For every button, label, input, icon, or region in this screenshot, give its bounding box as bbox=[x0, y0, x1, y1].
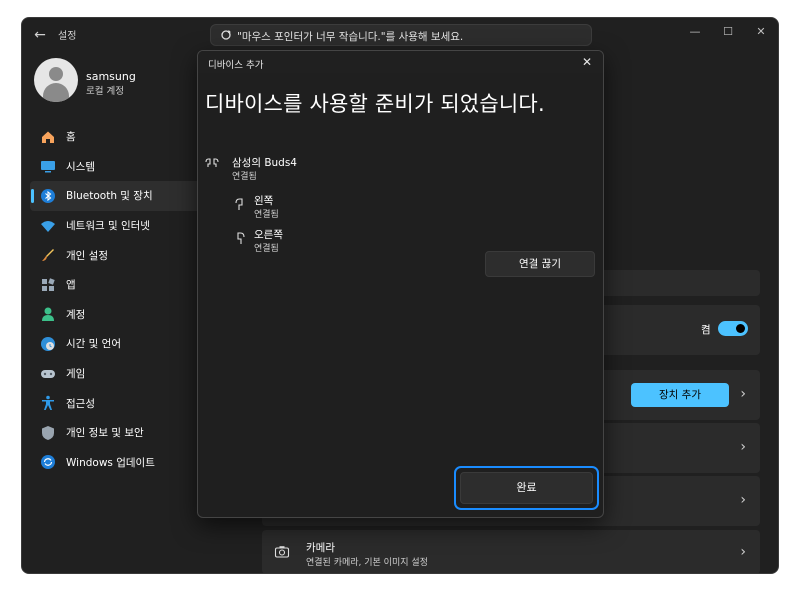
sidebar-item-privacy[interactable]: 개인 정보 및 보안 bbox=[30, 418, 210, 448]
disconnect-button[interactable]: 연결 끊기 bbox=[485, 251, 595, 277]
camera-subtitle: 연결된 카메라, 기본 이미지 설정 bbox=[306, 558, 428, 568]
sidebar-item-label: Windows 업데이트 bbox=[66, 456, 155, 469]
camera-card[interactable]: 카메라 연결된 카메라, 기본 이미지 설정 › bbox=[262, 530, 760, 573]
done-button[interactable]: 완료 bbox=[460, 472, 593, 504]
app-title: 설정 bbox=[58, 31, 77, 42]
bluetooth-icon bbox=[41, 188, 55, 203]
sidebar-item-label: 시간 및 언어 bbox=[66, 338, 121, 351]
search-input[interactable]: "마우스 포인터가 너무 작습니다."를 사용해 보세요. bbox=[210, 24, 592, 46]
sidebar-item-apps[interactable]: 앱 bbox=[30, 270, 210, 300]
done-button-focus-ring: 완료 bbox=[454, 466, 599, 510]
system-icon bbox=[41, 161, 55, 173]
sidebar-item-label: 개인 정보 및 보안 bbox=[66, 427, 144, 440]
profile-name: samsung bbox=[86, 70, 136, 83]
sidebar-item-windows-update[interactable]: Windows 업데이트 bbox=[30, 448, 210, 478]
left-earbud-name: 왼쪽 bbox=[254, 195, 274, 207]
gamepad-icon bbox=[41, 369, 55, 378]
update-icon bbox=[41, 455, 55, 470]
sidebar-item-label: 계정 bbox=[66, 308, 86, 321]
home-icon bbox=[42, 131, 54, 143]
device-status: 연결됨 bbox=[232, 172, 257, 182]
add-device-button[interactable]: 장치 추가 bbox=[631, 383, 729, 407]
bluetooth-toggle-label: 켬 bbox=[701, 324, 711, 336]
dialog-caption: 디바이스 추가 bbox=[208, 60, 264, 71]
chevron-right-icon: › bbox=[740, 439, 746, 455]
right-earbud-status: 연결됨 bbox=[254, 244, 279, 254]
account-icon bbox=[42, 307, 54, 322]
settings-window: ← 설정 "마우스 포인터가 너무 작습니다."를 사용해 보세요. — ☐ ✕… bbox=[21, 17, 779, 574]
chevron-right-icon: › bbox=[740, 386, 746, 402]
sidebar-item-label: 개인 설정 bbox=[66, 249, 108, 262]
accessibility-icon bbox=[42, 395, 54, 411]
sidebar-item-bluetooth[interactable]: Bluetooth 및 장치 bbox=[30, 181, 210, 211]
sidebar-item-label: 게임 bbox=[66, 368, 86, 381]
right-earbud-name: 오른쪽 bbox=[254, 229, 283, 241]
sidebar-item-time-language[interactable]: 시간 및 언어 bbox=[30, 329, 210, 359]
search-icon bbox=[221, 30, 231, 40]
dialog-heading: 디바이스를 사용할 준비가 되었습니다. bbox=[205, 92, 545, 116]
sidebar-item-label: 홈 bbox=[66, 131, 76, 144]
add-device-dialog: 디바이스 추가 ✕ 디바이스를 사용할 준비가 되었습니다. 삼성의 Buds4… bbox=[197, 50, 604, 518]
sidebar-item-system[interactable]: 시스템 bbox=[30, 152, 210, 182]
sidebar-item-personalization[interactable]: 개인 설정 bbox=[30, 240, 210, 270]
close-window-button[interactable]: ✕ bbox=[751, 24, 771, 40]
chevron-right-icon: › bbox=[740, 544, 746, 560]
avatar bbox=[34, 58, 78, 102]
sidebar-item-network[interactable]: 네트워크 및 인터넷 bbox=[30, 211, 210, 241]
sidebar-item-label: 앱 bbox=[66, 279, 76, 292]
apps-icon bbox=[42, 278, 55, 291]
globe-clock-icon bbox=[41, 336, 55, 351]
camera-icon bbox=[274, 546, 290, 558]
minimize-button[interactable]: — bbox=[685, 24, 705, 40]
camera-title: 카메라 bbox=[306, 542, 335, 554]
sidebar-item-label: Bluetooth 및 장치 bbox=[66, 190, 153, 203]
sidebar-item-label: 접근성 bbox=[66, 397, 95, 410]
right-earbud-icon bbox=[237, 232, 245, 244]
left-earbud-icon bbox=[235, 198, 243, 210]
brush-icon bbox=[42, 249, 54, 262]
earbuds-icon bbox=[205, 158, 219, 167]
sidebar-item-accessibility[interactable]: 접근성 bbox=[30, 388, 210, 418]
profile-account-type: 로컬 계정 bbox=[86, 86, 124, 97]
back-arrow-icon[interactable]: ← bbox=[30, 25, 50, 45]
bluetooth-toggle[interactable] bbox=[718, 321, 748, 336]
chevron-right-icon: › bbox=[740, 492, 746, 508]
dialog-title-bar: 디바이스 추가 ✕ bbox=[198, 51, 603, 73]
sidebar-item-label: 네트워크 및 인터넷 bbox=[66, 220, 150, 233]
sidebar-item-label: 시스템 bbox=[66, 160, 95, 173]
sidebar-item-gaming[interactable]: 게임 bbox=[30, 359, 210, 389]
device-name: 삼성의 Buds4 bbox=[232, 157, 297, 169]
wifi-icon bbox=[41, 220, 55, 232]
sidebar-item-accounts[interactable]: 계정 bbox=[30, 300, 210, 330]
sidebar-nav: 홈 시스템 Bluetooth 및 장치 네트워크 및 인터넷 개인 설정 앱 … bbox=[30, 122, 210, 477]
left-earbud-status: 연결됨 bbox=[254, 210, 279, 220]
sidebar-item-home[interactable]: 홈 bbox=[30, 122, 210, 152]
close-icon[interactable]: ✕ bbox=[579, 54, 595, 70]
shield-icon bbox=[42, 425, 54, 440]
maximize-button[interactable]: ☐ bbox=[718, 24, 738, 40]
search-input-value: "마우스 포인터가 너무 작습니다."를 사용해 보세요. bbox=[237, 31, 464, 43]
title-bar: ← 설정 "마우스 포인터가 너무 작습니다."를 사용해 보세요. — ☐ ✕ bbox=[22, 18, 778, 50]
